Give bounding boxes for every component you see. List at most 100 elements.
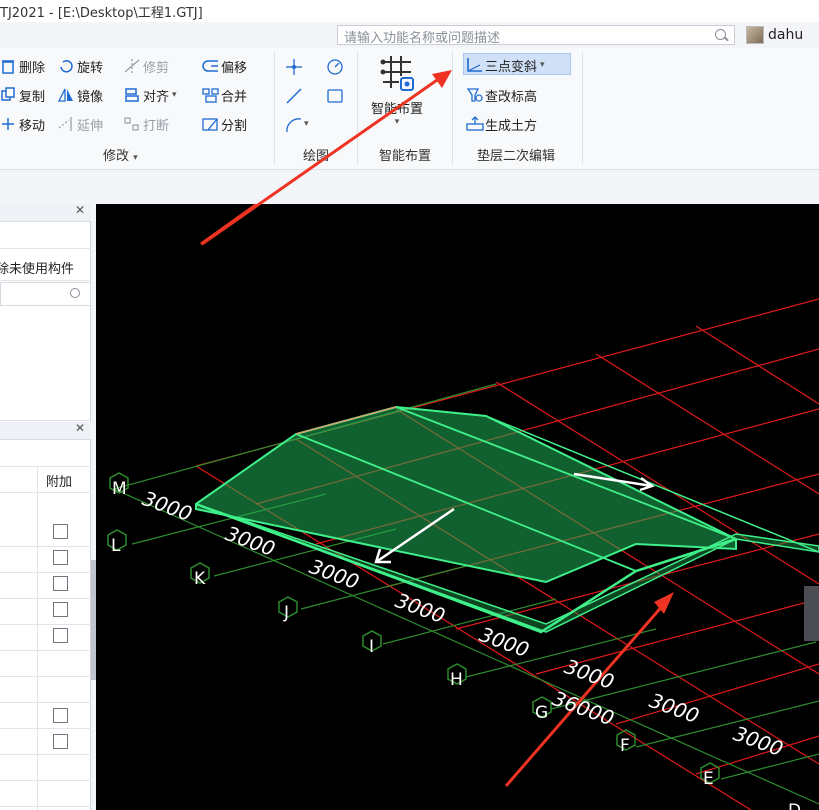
group-divider xyxy=(582,52,583,164)
annotation-arrow-top xyxy=(201,70,452,246)
copy-button[interactable]: 复制 xyxy=(0,85,45,105)
attach-checkbox[interactable] xyxy=(53,734,68,749)
axis-label-i: I xyxy=(369,637,374,657)
dimension-label: 3000 xyxy=(139,486,195,526)
search-icon[interactable] xyxy=(715,29,726,40)
divider xyxy=(0,754,91,755)
check-elevation-icon xyxy=(466,87,483,103)
three-point-slope-icon xyxy=(466,57,482,73)
dimension-label: 3000 xyxy=(646,688,702,728)
rotate-icon xyxy=(58,58,74,74)
break-button[interactable]: 打断 xyxy=(124,114,169,134)
check-elevation-label: 查改标高 xyxy=(485,89,538,105)
divider xyxy=(0,624,91,625)
dimension-label: 3000 xyxy=(222,521,278,561)
mirror-button[interactable]: 镜像 xyxy=(57,85,104,105)
search-placeholder: 请输入功能名称或问题描述 xyxy=(344,31,501,46)
attach-checkbox[interactable] xyxy=(53,602,68,617)
move-icon xyxy=(0,116,16,132)
attach-checkbox[interactable] xyxy=(53,628,68,643)
extend-icon xyxy=(58,116,74,132)
divider xyxy=(0,806,91,807)
trim-label: 修剪 xyxy=(143,60,170,76)
divider xyxy=(0,572,91,573)
align-icon xyxy=(124,87,140,103)
property-list-header: ✕ xyxy=(0,421,91,440)
title-bar: TJ2021 - [E:\Desktop\工程1.GTJ] xyxy=(0,0,819,22)
avatar[interactable] xyxy=(746,26,764,44)
divider xyxy=(0,676,91,677)
attach-checkbox[interactable] xyxy=(53,550,68,565)
three-point-slope-label: 三点变斜 xyxy=(485,59,538,75)
axis-label-e: E xyxy=(703,769,714,789)
modify-group-label[interactable]: 修改 ▾ xyxy=(103,145,138,164)
move-label: 移动 xyxy=(19,118,46,134)
generate-earthwork-icon xyxy=(466,116,484,132)
axis-label-l: L xyxy=(111,536,121,556)
generate-earthwork-label: 生成土方 xyxy=(485,118,538,134)
align-button[interactable]: 对齐 ▾ xyxy=(124,85,177,105)
extend-button[interactable]: 延伸 xyxy=(58,114,103,134)
attach-column-header: 附加 xyxy=(46,475,73,490)
delete-icon xyxy=(0,58,16,74)
mirror-icon xyxy=(57,87,74,103)
divider xyxy=(0,466,91,467)
trim-icon xyxy=(124,58,140,74)
column-divider xyxy=(37,466,38,810)
axis-label-g: G xyxy=(535,703,548,723)
close-icon[interactable]: ✕ xyxy=(75,421,85,435)
view-cube-edge[interactable] xyxy=(804,586,819,641)
rotate-button[interactable]: 旋转 xyxy=(58,56,103,76)
divider xyxy=(0,728,91,729)
divider xyxy=(0,546,91,547)
chevron-down-icon[interactable]: ▾ xyxy=(540,60,545,70)
generate-earthwork-button[interactable]: 生成土方 xyxy=(466,114,537,134)
attach-checkbox[interactable] xyxy=(53,708,68,723)
mirror-label: 镜像 xyxy=(77,89,104,105)
component-search-input[interactable] xyxy=(0,282,91,306)
delete-unused-components-button[interactable]: 除未使用构件 xyxy=(0,258,74,277)
three-point-slope-button[interactable]: 三点变斜 ▾ xyxy=(466,55,545,75)
check-elevation-button[interactable]: 查改标高 xyxy=(466,85,537,105)
modify-group-text: 修改 xyxy=(103,149,130,164)
user-account[interactable]: dahu xyxy=(746,25,803,45)
3d-viewport[interactable]: M L K J I H G F E D 3000 3000 3000 3000 … xyxy=(96,204,819,810)
attach-checkbox[interactable] xyxy=(53,576,68,591)
align-label: 对齐 xyxy=(143,89,170,105)
divider xyxy=(0,780,91,781)
window-title: TJ2021 - [E:\Desktop\工程1.GTJ] xyxy=(0,6,203,21)
search-icon[interactable] xyxy=(70,288,80,298)
rotate-label: 旋转 xyxy=(77,60,104,76)
dimension-label: 3000 xyxy=(476,622,532,662)
break-label: 打断 xyxy=(143,118,170,134)
divider xyxy=(0,280,91,281)
user-name: dahu xyxy=(768,27,804,43)
divider xyxy=(0,650,91,651)
break-icon xyxy=(124,116,140,132)
delete-label: 删除 xyxy=(19,60,46,76)
chevron-down-icon[interactable]: ▾ xyxy=(133,153,138,163)
divider xyxy=(0,248,91,249)
axis-label-h: H xyxy=(450,670,463,690)
axis-label-f: F xyxy=(620,736,630,756)
chevron-down-icon[interactable]: ▾ xyxy=(172,90,177,100)
divider xyxy=(0,702,91,703)
extend-label: 延伸 xyxy=(77,118,104,134)
divider xyxy=(0,492,91,493)
attach-checkbox[interactable] xyxy=(53,524,68,539)
move-button[interactable]: 移动 xyxy=(0,114,45,134)
axis-label-m: M xyxy=(112,479,127,499)
close-icon[interactable]: ✕ xyxy=(75,203,85,217)
cushion-edit-group-label: 垫层二次编辑 xyxy=(477,149,556,164)
axis-label-j: J xyxy=(283,603,289,623)
divider xyxy=(0,598,91,599)
axis-label-d: D xyxy=(788,801,801,810)
axis-label-k: K xyxy=(194,569,206,589)
trim-button[interactable]: 修剪 xyxy=(124,56,169,76)
copy-icon xyxy=(0,87,16,103)
delete-button[interactable]: 删除 xyxy=(0,56,45,76)
feature-search-input[interactable]: 请输入功能名称或问题描述 xyxy=(337,25,735,46)
viewport-canvas[interactable]: M L K J I H G F E D 3000 3000 3000 3000 … xyxy=(96,204,819,810)
left-panel: ✕ 除未使用构件 ✕ 附加 xyxy=(0,203,91,810)
component-list-header: ✕ xyxy=(0,203,91,222)
